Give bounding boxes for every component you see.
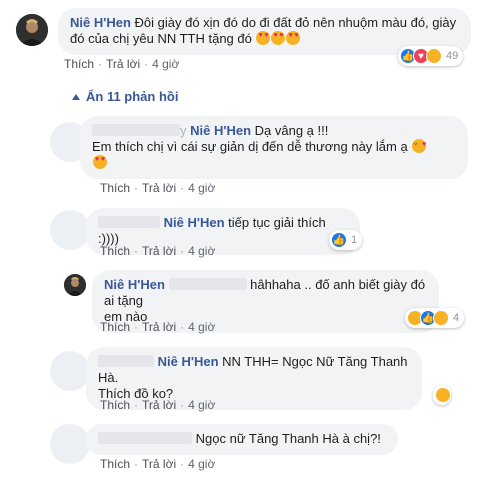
reply-actions: Thích · Trả lời · 4 giờ	[100, 398, 216, 412]
reply-author-suffix[interactable]: y	[180, 123, 187, 138]
comment-actions: Thích · Trả lời · 4 giờ	[64, 57, 180, 71]
reply-actions: Thích · Trả lời · 4 giờ	[100, 320, 216, 334]
haha-reaction-icon	[435, 387, 451, 403]
reaction-summary[interactable]: 👍 ♥ 49	[398, 46, 464, 66]
mention[interactable]: Niê H'Hen	[190, 123, 251, 138]
like-link[interactable]: Thích	[100, 320, 130, 334]
hide-replies-link[interactable]: Ẩn 11 phản hồi	[72, 89, 178, 104]
reaction-count: 49	[446, 50, 459, 62]
hidden-author-name	[98, 432, 192, 444]
timestamp[interactable]: 4 giờ	[188, 181, 215, 195]
comment-author[interactable]: Niê H'Hen	[70, 15, 131, 30]
wink-kiss-emoji-icon	[412, 137, 427, 155]
top-comment: Niê H'Hen Đôi giày đó xịn đó do đi đất đ…	[0, 0, 503, 78]
reaction-count: 4	[453, 312, 460, 324]
reaction-summary[interactable]	[433, 385, 451, 405]
like-link[interactable]: Thích	[100, 181, 130, 195]
hidden-mention	[168, 278, 247, 290]
like-reaction-icon: 👍	[331, 232, 347, 248]
reply-actions: Thích · Trả lời · 4 giờ	[100, 457, 216, 471]
like-link[interactable]: Thích	[100, 457, 130, 471]
wow-reaction-icon	[433, 310, 449, 326]
like-link[interactable]: Thích	[64, 57, 94, 71]
heart-eyes-emoji-icon	[286, 31, 301, 45]
like-link[interactable]: Thích	[100, 244, 130, 258]
reply-link[interactable]: Trả lời	[142, 244, 176, 258]
reply-text-line2: Em thích chị vì cái sự giản dị đến dễ th…	[92, 139, 408, 154]
reaction-count: 1	[351, 234, 358, 246]
mention[interactable]: Niê H'Hen	[164, 215, 225, 230]
heart-eyes-emoji-icon	[271, 31, 286, 45]
haha-reaction-icon	[426, 48, 442, 64]
hide-replies-label: Ẩn 11 phản hồi	[86, 89, 179, 104]
heart-eyes-emoji-icon	[256, 31, 271, 45]
timestamp[interactable]: 4 giờ	[188, 457, 215, 471]
avatar[interactable]	[50, 424, 90, 464]
hidden-author-name	[98, 216, 160, 228]
reply-link[interactable]: Trả lời	[142, 320, 176, 334]
avatar[interactable]	[64, 274, 86, 296]
heart-eyes-emoji-icon	[93, 155, 107, 169]
timestamp[interactable]: 4 giờ	[152, 57, 179, 71]
reaction-summary[interactable]: 👍 4	[405, 308, 465, 328]
reply-text: Ngọc nữ Tăng Thanh Hà à chị?!	[195, 431, 381, 446]
reply-link[interactable]: Trả lời	[142, 457, 176, 471]
reply-bubble: Ngọc nữ Tăng Thanh Hà à chị?!	[86, 424, 398, 455]
collapse-arrow-icon	[72, 94, 80, 100]
avatar[interactable]	[16, 14, 48, 46]
mention[interactable]: Niê H'Hen	[158, 354, 219, 369]
profile-photo	[64, 274, 86, 296]
like-link[interactable]: Thích	[100, 398, 130, 412]
avatar[interactable]	[50, 351, 90, 391]
reply-actions: Thích · Trả lời · 4 giờ	[100, 244, 216, 258]
reply-link[interactable]: Trả lời	[142, 398, 176, 412]
timestamp[interactable]: 4 giờ	[188, 398, 215, 412]
reaction-summary[interactable]: 👍 1	[329, 230, 363, 250]
reply-author[interactable]: Niê H'Hen	[104, 277, 165, 292]
timestamp[interactable]: 4 giờ	[188, 244, 215, 258]
profile-photo	[16, 14, 48, 46]
hidden-author-name	[98, 355, 154, 367]
reply-bubble: y Niê H'Hen Dạ vâng ạ !!! Em thích chị v…	[80, 116, 468, 179]
timestamp[interactable]: 4 giờ	[188, 320, 215, 334]
hidden-author-name	[92, 124, 180, 136]
reply-actions: Thích · Trả lời · 4 giờ	[100, 181, 216, 195]
reply-text-line1: Dạ vâng ạ !!!	[254, 123, 329, 138]
avatar[interactable]	[50, 210, 90, 250]
reply-link[interactable]: Trả lời	[106, 57, 140, 71]
reply-link[interactable]: Trả lời	[142, 181, 176, 195]
